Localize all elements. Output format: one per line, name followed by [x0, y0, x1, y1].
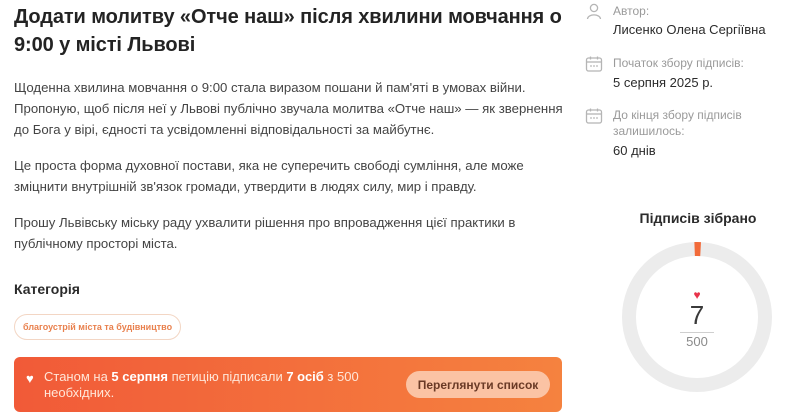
category-tag[interactable]: благоустрій міста та будівництво [14, 314, 182, 340]
author-value[interactable]: Лисенко Олена Сергіївна [613, 21, 766, 38]
user-icon [586, 3, 602, 20]
calendar-icon [585, 56, 603, 72]
banner-text-before: Станом на [44, 368, 112, 384]
remaining-value: 60 днів [613, 143, 656, 158]
signatures-goal: 500 [686, 334, 708, 349]
view-list-button[interactable]: Переглянути список [406, 371, 550, 398]
author-label: Автор: [613, 4, 650, 18]
signatures-title: Підписів зібрано [639, 210, 757, 226]
petition-main: Додати молитву «Отче наш» після хвилини … [14, 0, 566, 340]
calendar-icon [585, 108, 603, 124]
start-date-value: 5 серпня 2025 р. [613, 75, 714, 90]
petition-title: Додати молитву «Отче наш» після хвилини … [14, 6, 562, 56]
banner-signers: 7 осіб [286, 368, 324, 384]
banner-text: Станом на 5 серпня петицію підписали 7 о… [44, 369, 406, 401]
start-date-label: Початок збору підписів: [613, 56, 744, 70]
banner-text-middle: петицію підписали [167, 368, 287, 384]
category-heading: Категорія [14, 281, 80, 297]
remaining-label: До кінця збору підписів залишилось: [613, 108, 742, 138]
banner-date: 5 серпня [111, 368, 168, 384]
petition-paragraph-3: Прошу Львівську міську раду ухвалити ріш… [14, 215, 516, 251]
count-divider [680, 332, 714, 333]
signatures-count: 7 [689, 300, 705, 330]
heart-icon: ♥ [26, 370, 34, 386]
petition-paragraph-1: Щоденна хвилина мовчання о 9:00 стала ви… [14, 80, 563, 137]
signature-status-banner: ♥ Станом на 5 серпня петицію підписали 7… [14, 357, 562, 412]
petition-paragraph-2: Це проста форма духовної постави, яка не… [14, 158, 524, 194]
